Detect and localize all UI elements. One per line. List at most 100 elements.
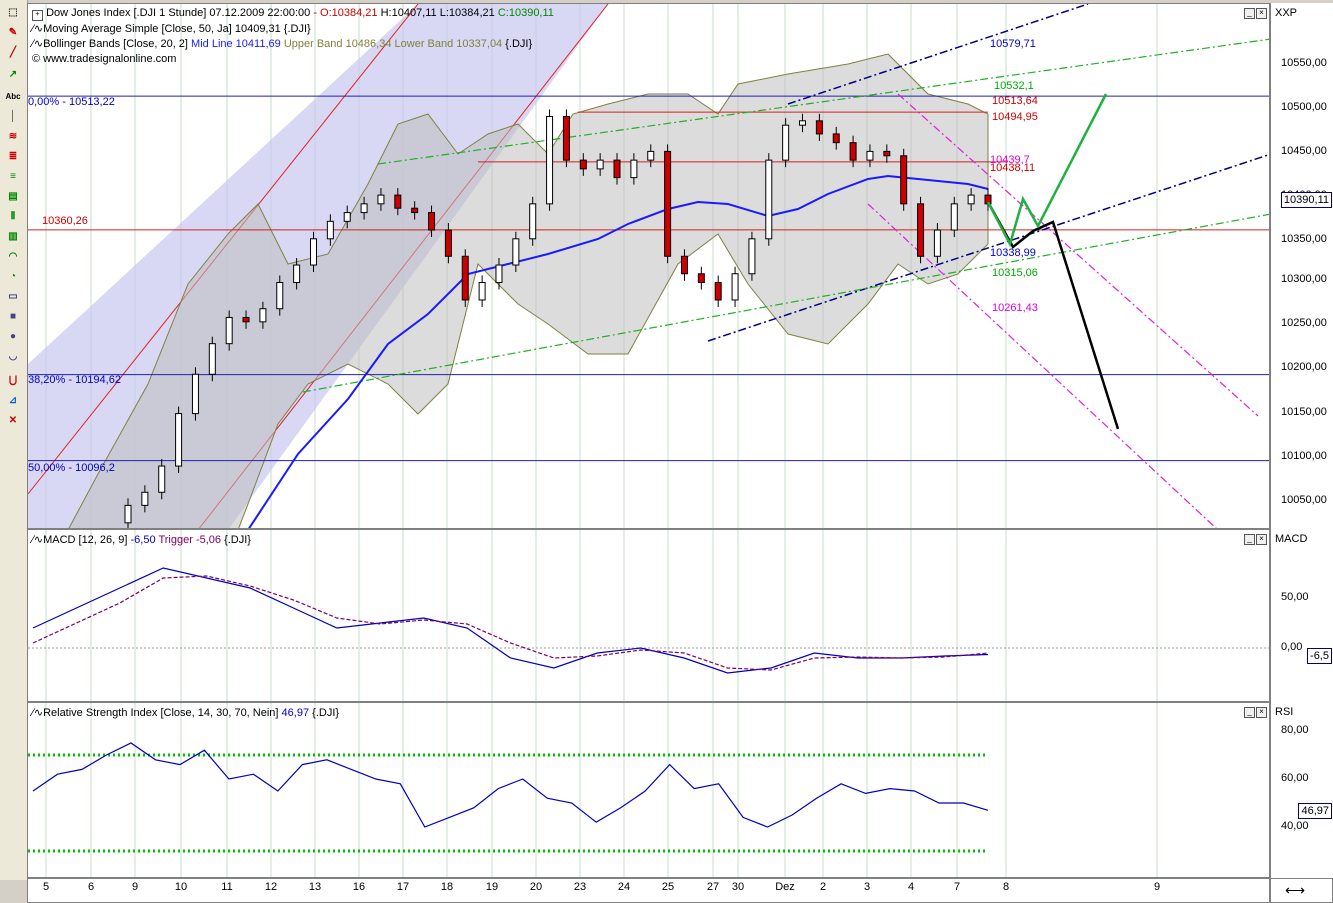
- line-type-icon: ∕∿: [32, 38, 44, 50]
- close-pane-button[interactable]: ×: [1256, 8, 1267, 19]
- rsi-label: Relative Strength Index [Close, 14, 30, …: [43, 707, 279, 719]
- minimize-pane-button[interactable]: _: [1244, 8, 1255, 19]
- date-tick: 23: [573, 881, 587, 893]
- ellipse-tool-icon[interactable]: ●: [4, 328, 22, 344]
- macd-axis: MACD 50,00 0,00 -6,5: [1270, 529, 1333, 702]
- half-circle-tool-icon[interactable]: ◡: [4, 348, 22, 364]
- properties-tool-icon[interactable]: ⊿: [4, 392, 22, 408]
- line-type-icon: ∕∿: [32, 534, 44, 546]
- candle-body: [562, 115, 570, 161]
- candle-body: [309, 238, 317, 266]
- macd-axis-title: MACD: [1275, 533, 1308, 545]
- date-tick: 4: [907, 881, 915, 893]
- sma-legend: ∕∿Moving Average Simple [Close, 50, Ja] …: [32, 22, 311, 35]
- candle-body: [478, 282, 486, 301]
- candle-body: [815, 120, 823, 135]
- date-tick: 6: [87, 881, 95, 893]
- grid-tool-icon[interactable]: ▥: [4, 228, 22, 244]
- rsi-pane[interactable]: ∕∿Relative Strength Index [Close, 14, 30…: [27, 702, 1270, 878]
- rsi-legend: ∕∿Relative Strength Index [Close, 14, 30…: [32, 706, 339, 719]
- candle-body: [697, 273, 705, 284]
- candle-body: [293, 264, 301, 283]
- candle-body: [917, 203, 925, 257]
- level-annotation: 10532,1: [994, 80, 1034, 92]
- rsi-current-tag: 46,97: [1298, 803, 1332, 819]
- bb-upper-label: Upper Band 10486,34: [283, 38, 392, 50]
- trigger-label: Trigger: [158, 534, 193, 546]
- date-tick: 20: [529, 881, 543, 893]
- chart-icon: +: [32, 10, 43, 21]
- price-tick: 10450,00: [1281, 145, 1327, 157]
- arc-tool-icon[interactable]: ◠: [4, 248, 22, 264]
- date-tick: 9: [1153, 881, 1161, 893]
- level-annotation: 10494,95: [992, 111, 1038, 123]
- rsi-tick: 80,00: [1281, 724, 1309, 736]
- rectangle-tool-icon[interactable]: ▭: [4, 288, 22, 304]
- gann-tool-icon[interactable]: ▤: [4, 188, 22, 204]
- rsi-tick: 40,00: [1281, 820, 1309, 832]
- ohlc-hlc: H:10407,11 L:10384,21: [380, 7, 495, 19]
- line-type-icon: ∕∿: [32, 23, 44, 35]
- macd-pane[interactable]: ∕∿MACD [12, 26, 9] -6,50 Trigger -5,06 {…: [27, 529, 1270, 702]
- candle-body: [765, 159, 773, 240]
- bb-mid-label: Mid Line 10411,69: [191, 38, 281, 50]
- candle-body: [512, 238, 520, 266]
- channel-tool-icon[interactable]: ≋: [4, 128, 22, 144]
- pitchfork-tool-icon[interactable]: ⫴: [4, 208, 22, 224]
- level-annotation: 10261,43: [992, 302, 1038, 314]
- level-annotation: 10315,06: [992, 267, 1038, 279]
- projection-bearish: [986, 201, 1120, 430]
- candle-body: [613, 159, 621, 179]
- text-tool-icon[interactable]: Abc: [4, 88, 22, 104]
- zoom-corner[interactable]: ⟷: [1270, 878, 1333, 903]
- candle-body: [461, 255, 469, 301]
- price-tick: 10150,00: [1281, 406, 1327, 418]
- fan-tool-icon[interactable]: ◔: [4, 268, 22, 284]
- candle-body: [495, 264, 503, 283]
- date-tick: 5: [42, 881, 50, 893]
- price-tick: 10100,00: [1281, 450, 1327, 462]
- minimize-pane-button[interactable]: _: [1244, 707, 1255, 718]
- candle-body: [259, 308, 267, 323]
- candle-body: [967, 194, 975, 205]
- candle-body: [377, 194, 385, 205]
- level-annotation: 10438,11: [990, 162, 1036, 174]
- drawing-toolbar: ⬚ ✎ ╱ ↗ Abc │ ≋ ≣ ≡ ▤ ⫴ ▥ ◠ ◔ ▭ ■ ● ◡ ⋃ …: [0, 0, 28, 880]
- regression-tool-icon[interactable]: ≡: [4, 168, 22, 184]
- minimize-pane-button[interactable]: _: [1244, 534, 1255, 545]
- trigger-value: -5,06: [195, 534, 222, 546]
- magnet-icon[interactable]: ⋃: [4, 372, 22, 388]
- pencil-icon[interactable]: ✎: [4, 24, 22, 40]
- bb-lower-label: Lower Band 10337,04: [394, 38, 503, 50]
- line-tool-icon[interactable]: ╱: [4, 44, 22, 60]
- candle-body: [832, 133, 840, 144]
- square-tool-icon[interactable]: ■: [4, 308, 22, 324]
- time-axis[interactable]: 5 6 9 10 11 12 13 16 17 18 19 20 23 24 2…: [27, 878, 1270, 903]
- candle-body: [191, 373, 199, 415]
- date-tick: 25: [661, 881, 675, 893]
- date-tick: 16: [352, 881, 366, 893]
- date-tick: 13: [308, 881, 322, 893]
- date-tick: 8: [1002, 881, 1010, 893]
- close-pane-button[interactable]: ×: [1256, 534, 1267, 545]
- date-tick: 24: [617, 881, 631, 893]
- candle-body: [799, 120, 807, 126]
- price-chart-pane[interactable]: + Dow Jones Index [.DJI 1 Stunde] 07.12.…: [27, 3, 1270, 529]
- price-tick: 10500,00: [1281, 101, 1327, 113]
- candle-body: [124, 504, 132, 524]
- price-tick: 10200,00: [1281, 361, 1327, 373]
- candle-body: [546, 115, 554, 205]
- pointer-icon[interactable]: ⬚: [4, 4, 22, 20]
- bb-symbol: {.DJI}: [505, 38, 533, 50]
- candle-body: [933, 229, 941, 257]
- candle-body: [444, 229, 452, 257]
- vertical-line-icon[interactable]: │: [4, 108, 22, 124]
- close-pane-button[interactable]: ×: [1256, 707, 1267, 718]
- bb-legend: ∕∿Bollinger Bands [Close, 20, 2] Mid Lin…: [32, 37, 532, 50]
- candle-body: [579, 159, 587, 170]
- arrow-tool-icon[interactable]: ↗: [4, 66, 22, 82]
- price-tick: 10300,00: [1281, 273, 1327, 285]
- macd-legend: ∕∿MACD [12, 26, 9] -6,50 Trigger -5,06 {…: [32, 533, 251, 546]
- eraser-icon[interactable]: ✕: [4, 412, 22, 428]
- fib-tool-icon[interactable]: ≣: [4, 148, 22, 164]
